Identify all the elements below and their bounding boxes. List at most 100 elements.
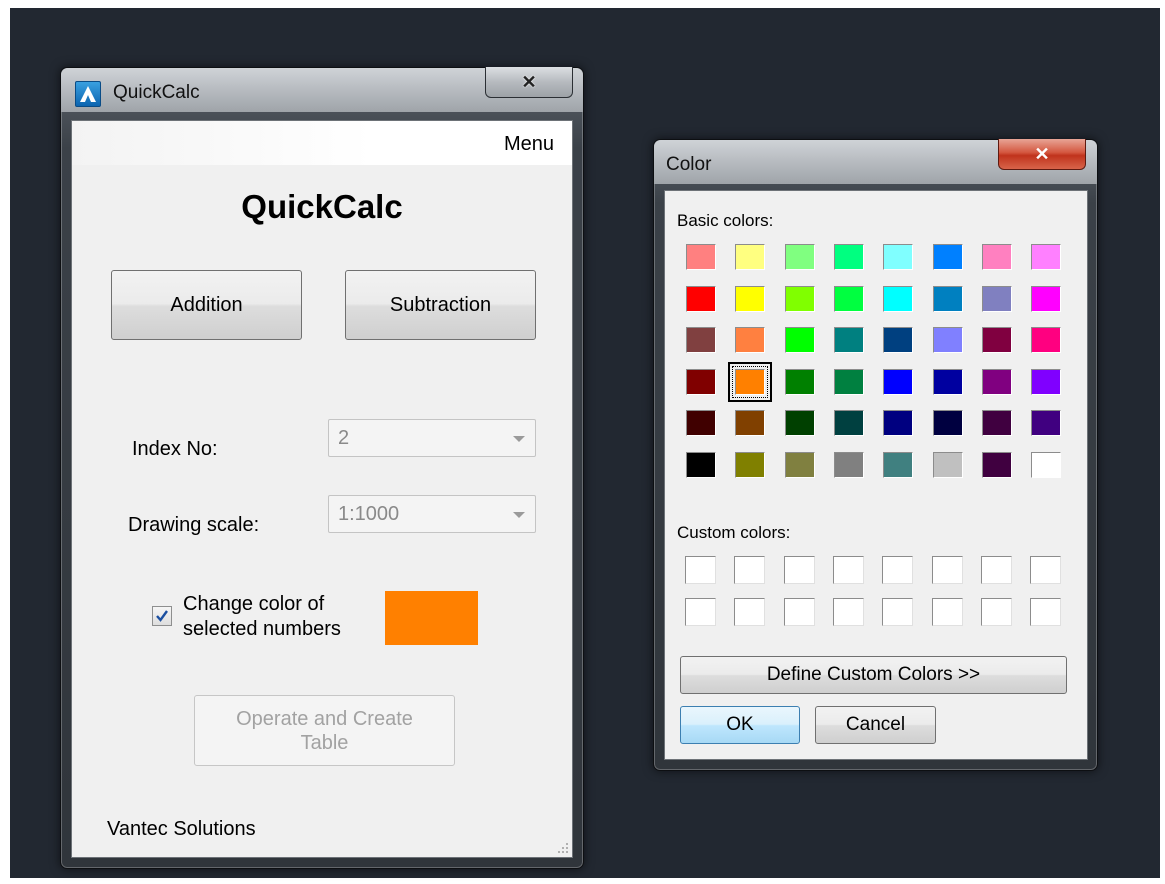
custom-color-swatch[interactable] <box>981 598 1012 626</box>
basic-color-swatch[interactable] <box>933 410 963 436</box>
basic-color-swatch[interactable] <box>785 410 815 436</box>
custom-color-swatch[interactable] <box>932 556 963 584</box>
basic-color-swatch[interactable] <box>735 327 765 353</box>
custom-color-swatch[interactable] <box>833 556 864 584</box>
basic-color-swatch[interactable] <box>982 327 1012 353</box>
subtraction-button[interactable]: Subtraction <box>345 270 536 340</box>
quickcalc-close-button[interactable]: ✕ <box>485 67 573 98</box>
quickcalc-client-area: Menu QuickCalc Addition Subtraction Inde… <box>71 120 573 858</box>
basic-color-swatch[interactable] <box>883 452 913 478</box>
change-color-checkbox[interactable] <box>152 606 172 626</box>
basic-color-swatch[interactable] <box>785 369 815 395</box>
basic-color-swatch[interactable] <box>785 286 815 312</box>
basic-color-swatch[interactable] <box>1031 369 1061 395</box>
autocad-app-icon <box>75 81 101 107</box>
basic-color-swatch[interactable] <box>1031 410 1061 436</box>
basic-color-swatch[interactable] <box>686 286 716 312</box>
custom-color-swatch[interactable] <box>685 556 716 584</box>
basic-color-swatch[interactable] <box>982 244 1012 270</box>
basic-color-swatch[interactable] <box>933 286 963 312</box>
basic-color-swatch[interactable] <box>686 327 716 353</box>
menu-strip: Menu <box>72 121 572 165</box>
basic-color-swatch[interactable] <box>735 410 765 436</box>
color-dialog: Color ✕ Basic colors: Custom colors: Def… <box>653 139 1098 771</box>
color-dialog-close-button[interactable]: ✕ <box>998 139 1086 170</box>
basic-color-swatch[interactable] <box>834 286 864 312</box>
custom-color-swatch[interactable] <box>882 598 913 626</box>
basic-colors-label: Basic colors: <box>677 211 774 230</box>
basic-color-swatch[interactable] <box>982 286 1012 312</box>
custom-color-swatch[interactable] <box>784 598 815 626</box>
ok-button[interactable]: OK <box>680 706 800 744</box>
custom-color-swatch[interactable] <box>685 598 716 626</box>
company-name: Vantec Solutions <box>107 818 256 840</box>
custom-color-swatch[interactable] <box>882 556 913 584</box>
custom-color-swatch[interactable] <box>734 556 765 584</box>
menu-item[interactable]: Menu <box>504 133 554 156</box>
index-no-dropdown[interactable]: 2 <box>328 419 536 457</box>
basic-color-swatch[interactable] <box>982 369 1012 395</box>
basic-color-swatch[interactable] <box>834 452 864 478</box>
custom-color-swatch[interactable] <box>734 598 765 626</box>
basic-color-swatch[interactable] <box>883 327 913 353</box>
basic-color-swatch[interactable] <box>883 369 913 395</box>
addition-button[interactable]: Addition <box>111 270 302 340</box>
operate-and-create-table-button[interactable]: Operate and Create Table <box>194 695 455 766</box>
basic-color-swatch[interactable] <box>933 369 963 395</box>
change-color-label[interactable]: Change color of selected numbers <box>183 592 383 642</box>
custom-color-swatch[interactable] <box>784 556 815 584</box>
define-custom-colors-button[interactable]: Define Custom Colors >> <box>680 656 1067 694</box>
color-dialog-title: Color <box>666 154 712 175</box>
index-no-label: Index No: <box>132 438 218 460</box>
close-icon: ✕ <box>1034 143 1050 164</box>
basic-color-swatch[interactable] <box>785 452 815 478</box>
basic-color-swatch[interactable] <box>883 244 913 270</box>
basic-color-swatch[interactable] <box>933 244 963 270</box>
basic-color-swatch[interactable] <box>735 244 765 270</box>
basic-color-swatch[interactable] <box>735 452 765 478</box>
custom-colors-label: Custom colors: <box>677 523 791 542</box>
basic-color-swatch[interactable] <box>1031 244 1061 270</box>
basic-color-swatch[interactable] <box>1031 327 1061 353</box>
basic-color-swatch[interactable] <box>1031 452 1061 478</box>
basic-color-swatch[interactable] <box>883 410 913 436</box>
basic-color-swatch[interactable] <box>834 410 864 436</box>
custom-color-swatch[interactable] <box>932 598 963 626</box>
drawing-scale-value: 1:1000 <box>338 503 400 525</box>
basic-color-swatch[interactable] <box>933 327 963 353</box>
basic-color-swatch[interactable] <box>834 327 864 353</box>
basic-color-swatch[interactable] <box>735 369 765 395</box>
app-heading: QuickCalc <box>241 188 403 225</box>
basic-color-swatch[interactable] <box>686 410 716 436</box>
custom-color-swatch[interactable] <box>1030 598 1061 626</box>
basic-color-swatch[interactable] <box>1031 286 1061 312</box>
basic-color-swatch[interactable] <box>735 286 765 312</box>
basic-color-swatch[interactable] <box>982 452 1012 478</box>
basic-color-swatch[interactable] <box>686 369 716 395</box>
color-dialog-client-area: Basic colors: Custom colors: Define Cust… <box>664 190 1088 760</box>
basic-color-swatch[interactable] <box>785 244 815 270</box>
custom-color-swatch[interactable] <box>1030 556 1061 584</box>
basic-color-swatch[interactable] <box>834 369 864 395</box>
basic-color-swatch[interactable] <box>686 452 716 478</box>
drawing-scale-dropdown[interactable]: 1:1000 <box>328 495 536 533</box>
chevron-down-icon <box>513 512 525 518</box>
custom-color-swatch[interactable] <box>981 556 1012 584</box>
cancel-button[interactable]: Cancel <box>815 706 936 744</box>
operate-button-line2: Table <box>300 731 349 754</box>
basic-color-swatch[interactable] <box>982 410 1012 436</box>
custom-color-swatch[interactable] <box>833 598 864 626</box>
basic-color-swatch[interactable] <box>785 327 815 353</box>
selected-color-swatch[interactable] <box>385 591 478 645</box>
index-no-value: 2 <box>338 427 350 449</box>
quickcalc-window: QuickCalc ✕ Menu QuickCalc Addition Subt… <box>60 67 584 869</box>
change-color-label-line2: selected numbers <box>183 618 341 640</box>
resize-grip-icon[interactable] <box>557 842 569 854</box>
basic-color-swatch[interactable] <box>883 286 913 312</box>
basic-color-swatch[interactable] <box>686 244 716 270</box>
change-color-label-line1: Change color of <box>183 593 325 615</box>
checkmark-icon <box>156 610 168 622</box>
desktop: QuickCalc ✕ Menu QuickCalc Addition Subt… <box>10 8 1160 878</box>
basic-color-swatch[interactable] <box>933 452 963 478</box>
basic-color-swatch[interactable] <box>834 244 864 270</box>
